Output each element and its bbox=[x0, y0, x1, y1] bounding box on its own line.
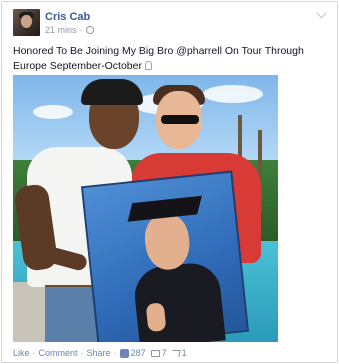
action-separator: · bbox=[80, 348, 84, 358]
avatar[interactable] bbox=[13, 9, 40, 36]
comment-link[interactable]: Comment bbox=[39, 348, 78, 358]
action-separator: · bbox=[113, 348, 117, 358]
chevron-down-icon[interactable] bbox=[316, 8, 327, 19]
graduation-head bbox=[142, 211, 193, 272]
graduation-hand bbox=[145, 302, 167, 333]
feed-story: Cris Cab 21 mins · Honored To Be Joining… bbox=[1, 1, 338, 363]
author-name[interactable]: Cris Cab bbox=[45, 11, 90, 23]
post-text-container: Honored To Be Joining My Big Bro @pharre… bbox=[13, 44, 329, 74]
sunglasses bbox=[161, 115, 199, 124]
comment-icon bbox=[150, 349, 160, 357]
comment-count[interactable]: 7 bbox=[162, 348, 167, 358]
person-white-hat bbox=[81, 79, 143, 105]
like-icon bbox=[119, 348, 129, 358]
action-separator: · bbox=[32, 348, 36, 358]
meta-separator: · bbox=[79, 25, 83, 35]
share-count[interactable]: 1 bbox=[182, 348, 187, 358]
post-photo[interactable] bbox=[13, 75, 278, 342]
graduation-gown bbox=[131, 260, 226, 342]
language-icon[interactable] bbox=[144, 61, 152, 70]
post-text: Honored To Be Joining My Big Bro @pharre… bbox=[13, 45, 304, 72]
globe-icon[interactable] bbox=[85, 26, 94, 34]
share-icon bbox=[170, 349, 181, 357]
timestamp[interactable]: 21 mins bbox=[45, 25, 77, 35]
like-count[interactable]: 287 bbox=[131, 348, 146, 358]
graduation-portrait bbox=[80, 170, 250, 342]
photo-cloud bbox=[203, 85, 263, 103]
avatar-face bbox=[21, 15, 32, 28]
like-link[interactable]: Like bbox=[13, 348, 30, 358]
photo-cloud bbox=[33, 105, 73, 119]
action-bar: Like · Comment · Share · 287 7 1 bbox=[13, 348, 187, 358]
post-meta: 21 mins · bbox=[45, 25, 94, 35]
share-link[interactable]: Share bbox=[87, 348, 111, 358]
